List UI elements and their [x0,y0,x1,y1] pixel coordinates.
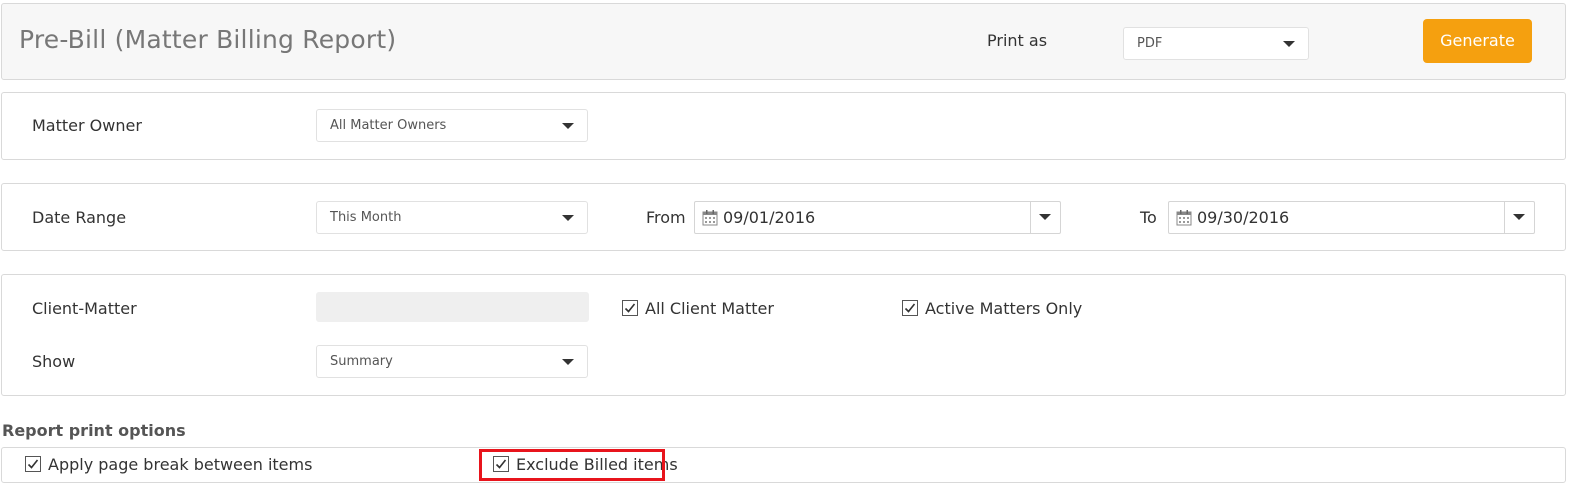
checkmark-icon [624,303,636,313]
matter-owner-panel: Matter Owner All Matter Owners [1,92,1566,160]
report-header: Pre-Bill (Matter Billing Report) Print a… [1,3,1566,80]
checkmark-icon [27,459,39,469]
page-break-label: Apply page break between items [48,455,313,474]
date-range-select[interactable]: This Month [316,201,588,234]
matter-owner-label: Matter Owner [32,116,142,135]
calendar-icon [1176,210,1192,226]
report-print-options-heading: Report print options [2,421,186,440]
client-matter-input[interactable] [316,292,589,322]
all-client-matter-checkbox[interactable] [622,300,638,316]
chevron-down-icon [562,123,574,129]
show-label: Show [32,352,76,371]
to-label: To [1140,208,1157,227]
active-matters-only-label: Active Matters Only [925,299,1083,318]
calendar-icon [702,210,718,226]
date-range-panel: Date Range This Month From 09/01/2016 To [1,183,1566,251]
show-select[interactable]: Summary [316,345,588,378]
from-date-dropdown[interactable] [1030,202,1060,233]
checkmark-icon [904,303,916,313]
client-matter-panel: Client-Matter All Client Matter Active M… [1,274,1566,396]
chevron-down-icon [562,359,574,365]
show-value: Summary [330,354,393,369]
print-as-value: PDF [1137,36,1163,51]
matter-owner-value: All Matter Owners [330,118,447,133]
to-date-input[interactable]: 09/30/2016 [1168,201,1535,234]
all-client-matter-label: All Client Matter [645,299,774,318]
generate-button[interactable]: Generate [1423,19,1532,63]
to-date-value: 09/30/2016 [1197,208,1290,227]
chevron-down-icon [1283,41,1295,47]
page-break-checkbox[interactable] [25,456,41,472]
chevron-down-icon [1513,214,1525,220]
matter-owner-select[interactable]: All Matter Owners [316,109,588,142]
chevron-down-icon [562,215,574,221]
print-as-select[interactable]: PDF [1123,27,1309,60]
client-matter-label: Client-Matter [32,299,137,318]
report-print-options-panel: Apply page break between items Exclude B… [1,447,1566,483]
from-date-value: 09/01/2016 [723,208,816,227]
date-range-label: Date Range [32,208,127,227]
exclude-billed-highlight [479,449,665,481]
from-date-input[interactable]: 09/01/2016 [694,201,1061,234]
from-label: From [646,208,686,227]
to-date-dropdown[interactable] [1504,202,1534,233]
date-range-value: This Month [330,210,402,225]
print-as-label: Print as [987,31,1048,50]
page-title: Pre-Bill (Matter Billing Report) [19,25,397,54]
active-matters-only-checkbox[interactable] [902,300,918,316]
chevron-down-icon [1039,214,1051,220]
